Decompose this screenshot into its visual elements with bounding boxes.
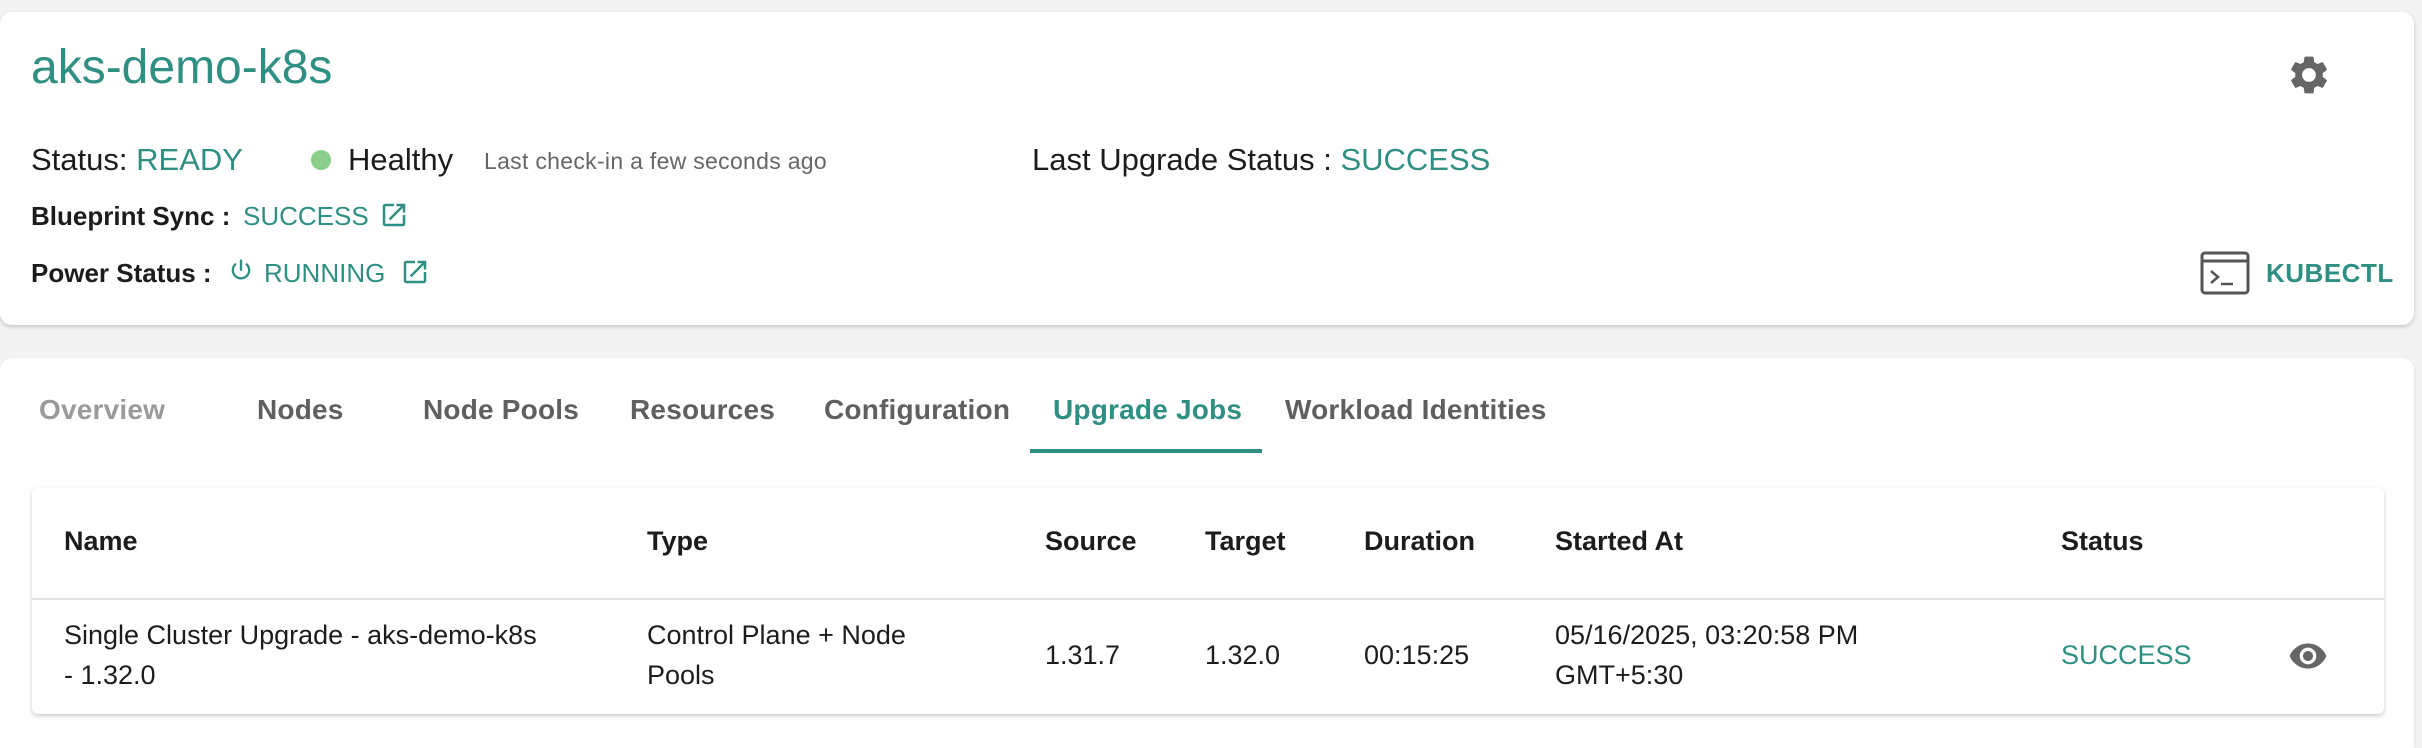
last-checkin-text: Last check-in a few seconds ago [484,148,827,174]
power-status-value[interactable]: RUNNING [264,257,385,289]
cell-source: 1.31.7 [1045,640,1121,670]
terminal-icon [2200,251,2250,295]
external-link-icon[interactable] [379,200,409,230]
cell-type-line1: Control Plane + Node [647,620,906,650]
tab-configuration[interactable]: Configuration [824,392,1010,428]
status-value: READY [136,142,243,177]
tab-upgrade-jobs[interactable]: Upgrade Jobs [1053,392,1242,428]
tab-resources[interactable]: Resources [630,392,775,428]
cell-name-line2: - 1.32.0 [64,660,156,690]
tab-overview[interactable]: Overview [39,392,165,428]
table-header-divider [32,598,2384,600]
status-label: Status: [31,142,128,177]
cell-name-line1: Single Cluster Upgrade - aks-demo-k8s [64,620,537,650]
cell-type-line2: Pools [647,660,715,690]
cluster-status: Status: READY [31,142,243,178]
column-header-target: Target [1205,526,1286,556]
active-tab-indicator [1030,449,1262,453]
column-header-type: Type [647,526,709,556]
kubectl-label: KUBECTL [2266,257,2394,288]
cell-started-at-line1: 05/16/2025, 03:20:58 PM [1555,620,1859,650]
cell-status: SUCCESS [2061,640,2192,670]
health-label: Healthy [348,142,454,177]
blueprint-sync-value[interactable]: SUCCESS [243,200,369,232]
cell-target: 1.32.0 [1205,640,1281,670]
column-header-source: Source [1045,526,1137,556]
last-upgrade-label: Last Upgrade Status : [1032,142,1332,177]
kubectl-button[interactable]: KUBECTL [2200,250,2394,296]
cluster-name: aks-demo-k8s [31,41,333,94]
column-header-started-at: Started At [1555,526,1684,556]
tab-node-pools[interactable]: Node Pools [423,392,579,428]
power-status-label: Power Status : [31,258,212,288]
last-upgrade-value: SUCCESS [1340,142,1491,177]
cell-started-at-line2: GMT+5:30 [1555,660,1684,690]
eye-icon[interactable] [2288,640,2328,672]
health-indicator-icon [311,150,331,170]
column-header-status: Status [2061,526,2144,556]
tab-nodes[interactable]: Nodes [257,392,344,428]
upgrade-jobs-table [32,488,2384,714]
gear-icon[interactable] [2286,52,2332,98]
external-link-icon[interactable] [400,257,430,287]
tab-workload-identities[interactable]: Workload Identities [1285,392,1547,428]
cell-duration: 00:15:25 [1364,640,1470,670]
power-icon [231,259,251,280]
blueprint-sync-label: Blueprint Sync : [31,201,231,231]
column-header-duration: Duration [1364,526,1475,556]
last-upgrade-status: Last Upgrade Status : SUCCESS [1032,142,1490,178]
column-header-name: Name [64,526,138,556]
